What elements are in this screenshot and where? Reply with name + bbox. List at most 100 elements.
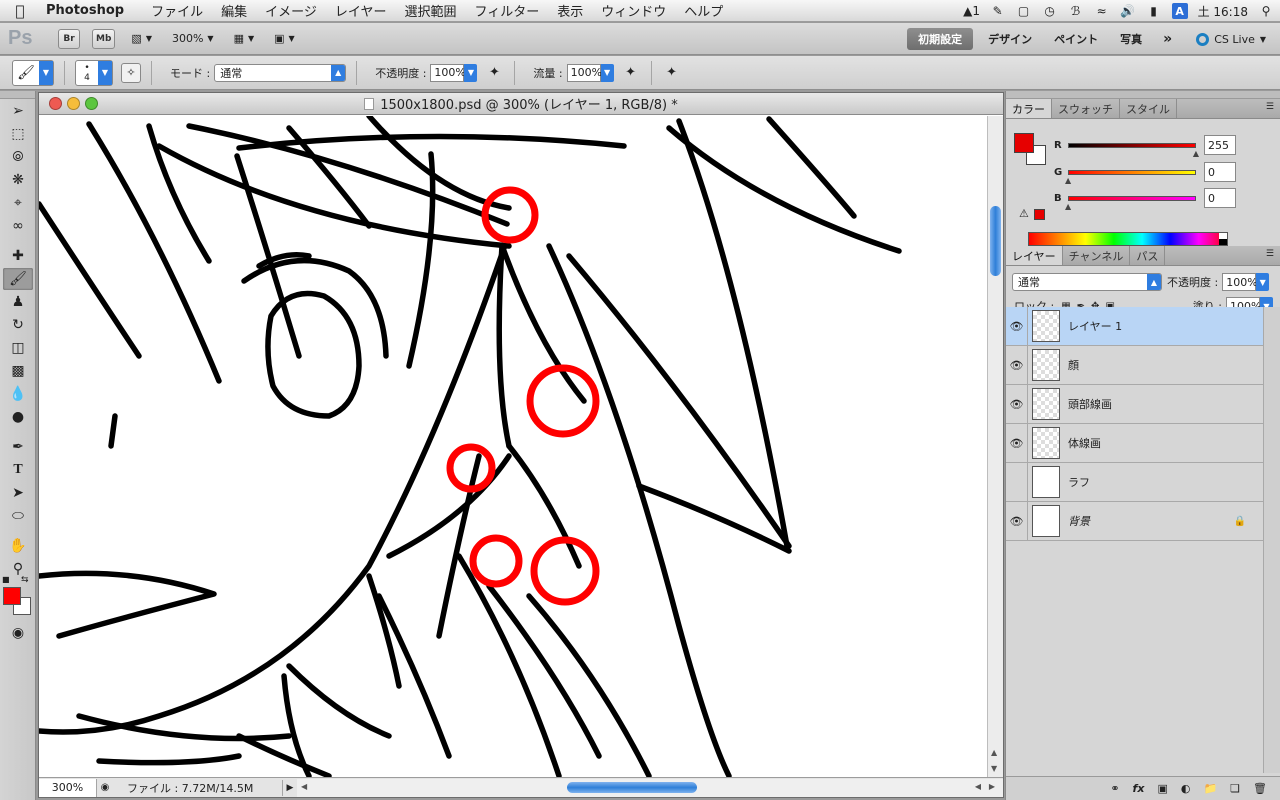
quick-mask-icon[interactable]: ◉ bbox=[3, 622, 33, 644]
tab-layers[interactable]: レイヤー bbox=[1006, 246, 1063, 265]
layer-row[interactable]: 👁 顔 bbox=[1006, 346, 1264, 385]
zoom-level-dropdown[interactable]: 300% ▼ bbox=[172, 32, 214, 45]
red-value-input[interactable]: 255 bbox=[1204, 135, 1236, 155]
crop-tool-icon[interactable]: ⌖ bbox=[3, 192, 33, 214]
path-select-tool-icon[interactable]: ➤ bbox=[3, 482, 33, 504]
tab-channels[interactable]: チャンネル bbox=[1063, 246, 1131, 265]
layer-opacity-input[interactable]: 100% ▼ bbox=[1222, 273, 1270, 291]
vertical-scroll-thumb[interactable] bbox=[990, 206, 1001, 276]
adjustment-layer-icon[interactable]: ◐ bbox=[1181, 782, 1191, 795]
cs-live-button[interactable]: CS Live ▼ bbox=[1182, 32, 1280, 46]
slider-knob-icon[interactable]: ▲ bbox=[1065, 202, 1071, 211]
view-extras-dropdown[interactable]: ▧ ▼ bbox=[131, 32, 152, 45]
panel-grip[interactable] bbox=[1006, 91, 1280, 99]
pressure-opacity-icon[interactable]: ✦ bbox=[484, 63, 504, 83]
layer-row[interactable]: ラフ bbox=[1006, 463, 1264, 502]
scroll-down-arrow-icon[interactable]: ▼ bbox=[991, 764, 997, 773]
menu-clock[interactable]: 土 16:18 bbox=[1198, 3, 1248, 20]
layer-thumbnail[interactable] bbox=[1032, 349, 1060, 381]
new-layer-icon[interactable]: ❏ bbox=[1230, 782, 1240, 795]
opacity-input[interactable]: 100% ▼ bbox=[430, 63, 478, 82]
swap-colors-icon[interactable]: ⇆ bbox=[21, 575, 29, 585]
battery-icon[interactable]: ▮ bbox=[1146, 4, 1162, 18]
eye-icon[interactable]: 👁 bbox=[1006, 502, 1028, 540]
brush-preset-picker[interactable]: • 4 ▼ bbox=[75, 59, 113, 86]
foreground-color-swatch[interactable] bbox=[3, 587, 21, 605]
new-group-icon[interactable]: 📁 bbox=[1203, 782, 1217, 795]
tool-preset-picker[interactable]: 🖌 ▼ bbox=[12, 59, 54, 86]
panel-menu-icon[interactable]: ☰ bbox=[1266, 249, 1274, 259]
horizontal-scrollbar[interactable]: ◀ ◀ ▶ bbox=[297, 778, 1003, 797]
scroll-up-arrow-icon[interactable]: ▲ bbox=[991, 748, 997, 757]
link-layers-icon[interactable]: ⚭ bbox=[1110, 782, 1119, 795]
zoom-window-button[interactable] bbox=[85, 97, 98, 110]
dodge-tool-icon[interactable]: ● bbox=[3, 406, 33, 428]
document-titlebar[interactable]: 1500x1800.psd @ 300% (レイヤー 1, RGB/8) * bbox=[39, 93, 1003, 115]
scroll-right-arrow-icon[interactable]: ▶ bbox=[989, 782, 995, 791]
slider-knob-icon[interactable]: ▲ bbox=[1065, 176, 1071, 185]
menu-view[interactable]: 表示 bbox=[548, 1, 592, 20]
black-white-swatch[interactable] bbox=[1219, 233, 1227, 245]
spaces-icon[interactable]: ▢ bbox=[1016, 4, 1032, 18]
launch-mini-bridge-button[interactable]: Mb bbox=[92, 28, 116, 49]
menu-filter[interactable]: フィルター bbox=[466, 1, 549, 20]
launch-bridge-button[interactable]: Br bbox=[58, 28, 80, 49]
blend-mode-select[interactable]: 通常 ▲ bbox=[214, 63, 347, 82]
blue-slider[interactable]: ▲ bbox=[1065, 195, 1196, 211]
tab-paths[interactable]: パス bbox=[1130, 246, 1166, 265]
tab-styles[interactable]: スタイル bbox=[1120, 99, 1177, 118]
screen-mode-dropdown[interactable]: ▣ ▼ bbox=[274, 32, 295, 45]
layers-scrollbar[interactable] bbox=[1263, 307, 1280, 773]
workspace-painting[interactable]: ペイント bbox=[1043, 28, 1109, 50]
workspace-essentials[interactable]: 初期設定 bbox=[907, 28, 974, 50]
workspace-photography[interactable]: 写真 bbox=[1109, 28, 1153, 50]
out-of-gamut-warning-icon[interactable]: ⚠ bbox=[1019, 207, 1029, 220]
arrange-documents-dropdown[interactable]: ▦ ▼ bbox=[234, 32, 255, 45]
eraser-tool-icon[interactable]: ◫ bbox=[3, 337, 33, 359]
flow-input[interactable]: 100% ▼ bbox=[566, 63, 614, 82]
vertical-scrollbar[interactable]: ▲ ▼ bbox=[987, 116, 1003, 779]
spotlight-search-icon[interactable]: ⚲ bbox=[1258, 4, 1274, 18]
pen-tool-icon[interactable]: ✒ bbox=[3, 436, 33, 458]
wifi-icon[interactable]: ≈ bbox=[1094, 4, 1110, 18]
status-info-icon[interactable]: ◉ bbox=[97, 782, 113, 793]
lasso-tool-icon[interactable]: ⦾ bbox=[3, 146, 33, 168]
layer-thumbnail[interactable] bbox=[1032, 427, 1060, 459]
menu-app-name[interactable]: Photoshop bbox=[40, 3, 142, 18]
blur-tool-icon[interactable]: 💧 bbox=[3, 383, 33, 405]
menu-window[interactable]: ウィンドウ bbox=[592, 1, 675, 20]
pressure-size-icon[interactable]: ✦ bbox=[662, 63, 682, 83]
marquee-tool-icon[interactable]: ⬚ bbox=[3, 123, 33, 145]
scroll-left-arrow-icon[interactable]: ◀ bbox=[301, 782, 307, 791]
layer-row[interactable]: 👁 レイヤー 1 bbox=[1006, 307, 1264, 346]
layer-thumbnail[interactable] bbox=[1032, 505, 1060, 537]
layer-row[interactable]: 👁 体線画 bbox=[1006, 424, 1264, 463]
apple-logo-icon[interactable]:  bbox=[0, 2, 40, 20]
slider-knob-icon[interactable]: ▲ bbox=[1193, 149, 1199, 158]
type-tool-icon[interactable]: T bbox=[3, 459, 33, 481]
panel-menu-icon[interactable]: ☰ bbox=[1266, 102, 1274, 112]
brush-panel-toggle-icon[interactable]: ✧ bbox=[121, 62, 141, 83]
zoom-level-field[interactable]: 300% bbox=[39, 778, 97, 797]
green-value-input[interactable]: 0 bbox=[1204, 162, 1236, 182]
layer-thumbnail[interactable] bbox=[1032, 310, 1060, 342]
tab-color[interactable]: カラー bbox=[1006, 99, 1052, 118]
brush-tool-icon[interactable]: 🖌 bbox=[3, 268, 33, 290]
horizontal-scroll-thumb[interactable] bbox=[567, 781, 697, 793]
menu-edit[interactable]: 編集 bbox=[212, 1, 256, 20]
gradient-tool-icon[interactable]: ▩ bbox=[3, 360, 33, 382]
status-menu-arrow-icon[interactable]: ▶ bbox=[283, 783, 297, 793]
bluetooth-icon[interactable]: ℬ bbox=[1068, 4, 1084, 18]
layer-row[interactable]: 👁 背景 🔒 bbox=[1006, 502, 1264, 541]
layer-thumbnail[interactable] bbox=[1032, 388, 1060, 420]
more-workspaces-button[interactable]: » bbox=[1153, 31, 1182, 47]
red-slider[interactable]: ▲ bbox=[1068, 142, 1199, 158]
hidden-eye-slot[interactable] bbox=[1006, 463, 1028, 501]
color-ramp[interactable] bbox=[1028, 232, 1228, 246]
shape-tool-icon[interactable]: ⬭ bbox=[3, 505, 33, 527]
script-icon[interactable]: ✎ bbox=[990, 4, 1006, 18]
eye-icon[interactable]: 👁 bbox=[1006, 307, 1028, 345]
gamut-color-swatch[interactable] bbox=[1034, 209, 1045, 220]
eye-icon[interactable]: 👁 bbox=[1006, 385, 1028, 423]
default-colors-icon[interactable]: ■ bbox=[2, 575, 10, 584]
